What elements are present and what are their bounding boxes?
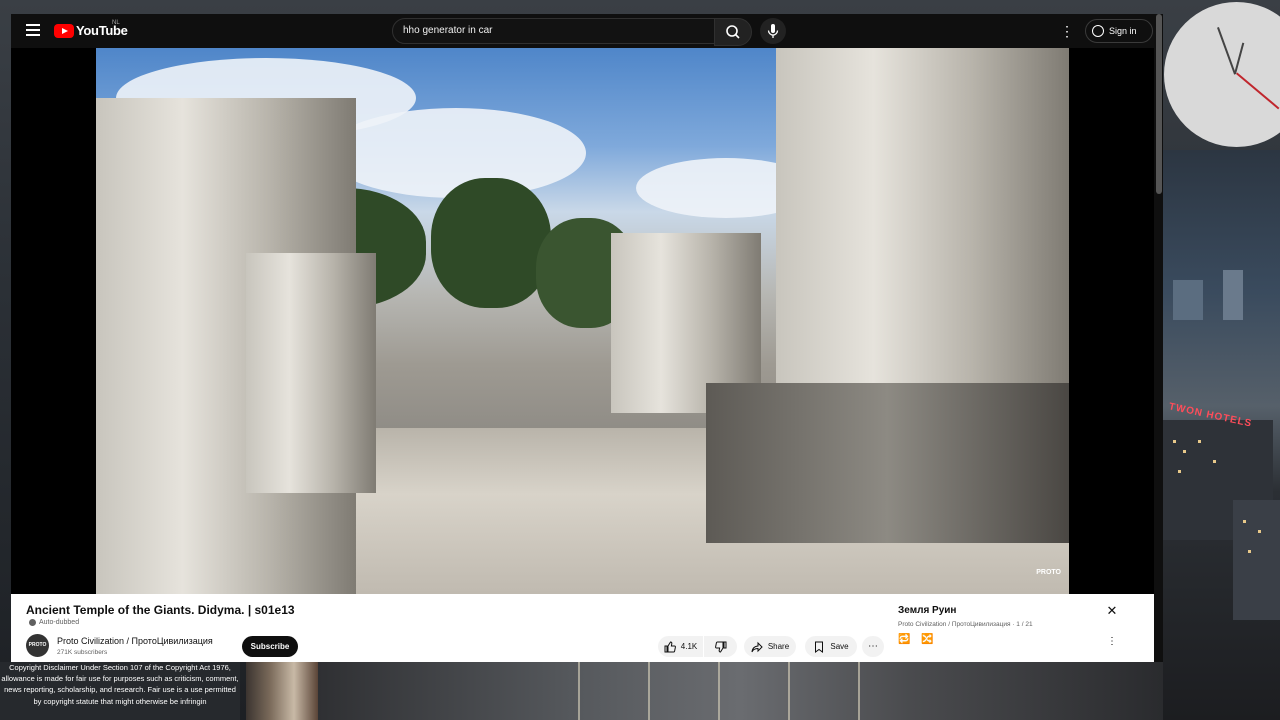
account-circle-icon <box>1092 25 1104 37</box>
youtube-window: YouTube NL hho generator in car ⋮ Sign i… <box>11 14 1163 662</box>
auto-dubbed-label: Auto-dubbed <box>39 619 80 626</box>
loop-icon[interactable]: 🔁 <box>898 634 911 646</box>
save-label: Save <box>830 642 849 651</box>
dislike-button[interactable] <box>704 636 737 657</box>
video-frame: PROTO <box>96 48 1069 594</box>
more-vert-icon[interactable]: ⋮ <box>1059 22 1075 40</box>
city-scenery <box>1163 150 1280 720</box>
copyright-disclaimer: Copyright Disclaimer Under Section 107 o… <box>0 662 240 720</box>
analog-clock <box>1160 2 1280 148</box>
clock-face <box>1164 2 1280 147</box>
sign-in-button[interactable]: Sign in <box>1085 19 1153 43</box>
play-logo-icon <box>54 23 74 38</box>
subscribe-button[interactable]: Subscribe <box>242 636 298 657</box>
thumbs-down-icon <box>714 641 726 653</box>
channel-avatar[interactable]: PROTO <box>26 634 49 657</box>
microphone-icon <box>767 24 779 38</box>
share-icon <box>751 641 763 652</box>
video-title: Ancient Temple of the Giants. Didyma. | … <box>26 603 295 617</box>
playlist-add-icon <box>815 641 824 653</box>
more-actions-button[interactable]: ⋯ <box>862 636 884 657</box>
save-button[interactable]: Save <box>805 636 857 657</box>
playlist-panel: Земля Руин Proto Civilization / ПротоЦив… <box>889 599 1127 649</box>
page-scrollbar[interactable] <box>1155 14 1163 662</box>
playlist-subtitle: Proto Civilization / ПротоЦивилизация · … <box>898 621 1033 628</box>
dubbing-icon <box>29 619 36 626</box>
voice-search-button[interactable] <box>760 18 786 44</box>
thumbs-up-icon <box>664 640 676 652</box>
region-code: NL <box>112 20 120 26</box>
shuffle-icon[interactable]: 🔀 <box>921 634 934 646</box>
video-player[interactable]: PROTO <box>11 48 1154 594</box>
channel-name[interactable]: Proto Civilization / ПротоЦивилизация <box>57 636 213 646</box>
share-button[interactable]: Share <box>744 636 796 657</box>
search-button[interactable] <box>714 18 752 46</box>
hamburger-icon[interactable] <box>26 24 40 36</box>
playlist-more-icon[interactable]: ⋮ <box>1105 636 1119 648</box>
thumbnail-image <box>246 662 318 720</box>
subscriber-count: 271K subscribers <box>57 649 108 656</box>
like-count: 4.1K <box>680 642 698 651</box>
auto-dubbed-badge: Auto-dubbed <box>29 619 79 626</box>
search-query: hho generator in car <box>403 25 493 36</box>
video-watermark: PROTO <box>1036 569 1061 576</box>
road-scenery <box>318 662 1163 720</box>
close-icon[interactable]: ✕ <box>1105 604 1119 618</box>
search-icon <box>726 25 740 39</box>
share-label: Share <box>767 642 790 651</box>
playlist-title[interactable]: Земля Руин <box>898 605 956 616</box>
youtube-logo[interactable]: YouTube NL <box>54 20 128 38</box>
sign-in-label: Sign in <box>1109 26 1137 36</box>
top-bar: YouTube NL hho generator in car ⋮ Sign i… <box>11 14 1163 48</box>
like-button[interactable]: 4.1K <box>658 636 703 657</box>
search-input[interactable]: hho generator in car <box>392 18 716 44</box>
